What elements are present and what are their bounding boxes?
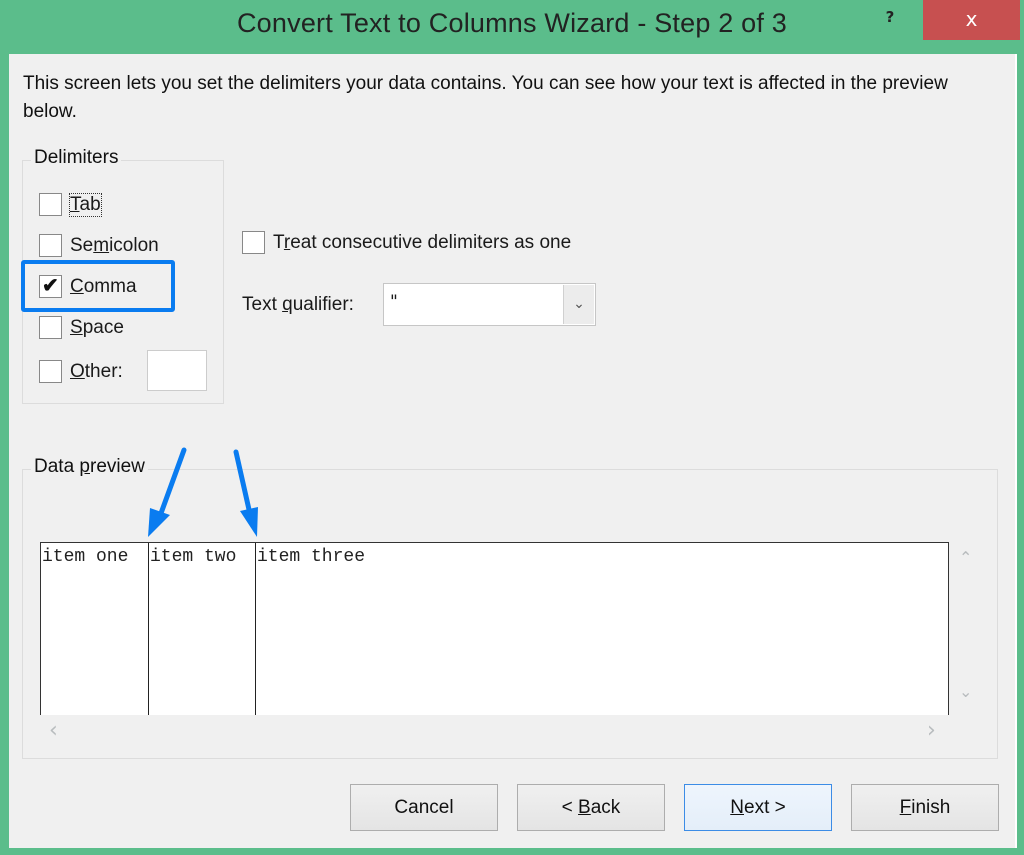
checkbox-box[interactable]	[39, 193, 62, 216]
scroll-right-icon[interactable]: ›	[927, 718, 936, 743]
text-qualifier-select[interactable]: " ⌄	[383, 283, 596, 326]
dialog-body: This screen lets you set the delimiters …	[9, 54, 1017, 848]
description-text: This screen lets you set the delimiters …	[23, 73, 948, 122]
close-button[interactable]: x	[923, 0, 1020, 40]
window-title: Convert Text to Columns Wizard - Step 2 …	[236, 8, 788, 38]
scroll-left-icon[interactable]: ‹	[49, 718, 58, 743]
text-qualifier-value: "	[390, 292, 398, 312]
checkbox-box[interactable]	[39, 360, 62, 383]
checkbox-box[interactable]	[39, 234, 62, 257]
checkbox-label-other: Other:	[70, 360, 123, 382]
data-preview-grid[interactable]: item one item two item three	[40, 542, 949, 715]
title-bar: Convert Text to Columns Wizard - Step 2 …	[0, 0, 1024, 54]
close-icon: x	[965, 7, 978, 31]
scroll-down-icon[interactable]: ⌄	[959, 682, 972, 701]
cancel-button[interactable]: Cancel	[350, 784, 498, 831]
delimiters-group-label: Delimiters	[31, 147, 122, 169]
preview-column-1[interactable]: item one	[41, 543, 148, 715]
checkbox-other[interactable]: Other:	[39, 360, 123, 383]
preview-column-3[interactable]: item three	[255, 543, 948, 715]
help-button[interactable]: ?	[880, 8, 900, 30]
checkbox-label-tab: Tab	[69, 192, 102, 217]
checkbox-label-semicolon: Semicolon	[70, 234, 159, 256]
checkbox-label-consecutive: Treat consecutive delimiters as one	[273, 231, 572, 253]
help-icon: ?	[885, 8, 895, 26]
checkbox-space[interactable]: Space	[39, 316, 124, 339]
checkbox-box[interactable]	[242, 231, 265, 254]
preview-column-2[interactable]: item two	[148, 543, 255, 715]
chevron-down-icon[interactable]: ⌄	[563, 285, 594, 324]
comma-highlight-annotation	[21, 260, 175, 312]
other-delimiter-input[interactable]	[147, 350, 207, 391]
checkbox-treat-consecutive[interactable]: Treat consecutive delimiters as one	[242, 231, 571, 254]
back-button[interactable]: < Back	[517, 784, 665, 831]
finish-button[interactable]: Finish	[851, 784, 999, 831]
checkbox-tab[interactable]: Tab	[39, 192, 102, 217]
data-preview-label: Data preview	[31, 456, 148, 478]
scroll-up-icon[interactable]: ⌃	[959, 548, 972, 567]
checkbox-box[interactable]	[39, 316, 62, 339]
text-qualifier-label: Text qualifier:	[242, 294, 354, 315]
checkbox-semicolon[interactable]: Semicolon	[39, 234, 159, 257]
next-button[interactable]: Next >	[684, 784, 832, 831]
checkbox-label-space: Space	[70, 316, 124, 338]
